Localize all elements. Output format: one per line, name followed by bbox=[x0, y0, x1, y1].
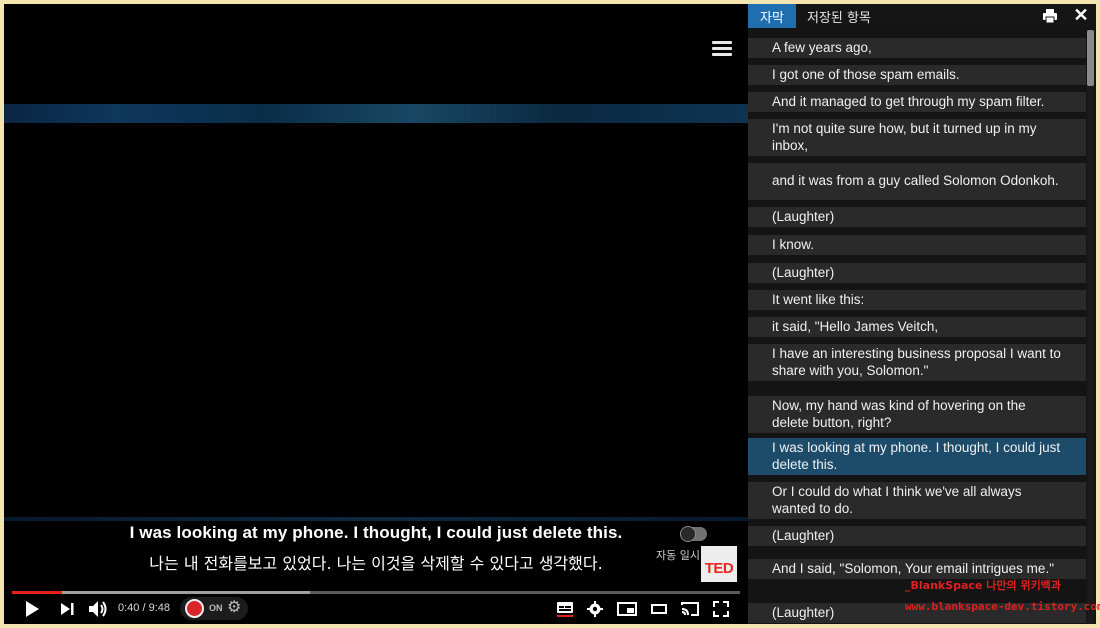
transcript-entry[interactable]: (Laughter) bbox=[748, 526, 1086, 546]
next-icon bbox=[61, 603, 74, 615]
video-frame-band-bottom bbox=[4, 517, 748, 521]
cast-icon bbox=[681, 602, 699, 616]
watermark-url: www.blankspace-dev.tistory.com bbox=[905, 600, 1100, 613]
extension-toggle[interactable]: ON ⚙ bbox=[180, 597, 248, 620]
video-frame-band bbox=[4, 104, 748, 123]
theater-button[interactable] bbox=[649, 600, 669, 618]
ted-logo-text: TED bbox=[704, 560, 734, 577]
play-icon bbox=[26, 601, 39, 617]
transcript-entry[interactable]: And it managed to get through my spam fi… bbox=[748, 92, 1086, 112]
transcript-entry[interactable]: (Laughter) bbox=[748, 263, 1086, 283]
tab-subtitles[interactable]: 자막 bbox=[748, 4, 796, 28]
next-button[interactable] bbox=[57, 600, 77, 618]
transcript-panel: 자막 저장된 항목 ✕ A few years ago, I got one of… bbox=[748, 4, 1096, 624]
transcript-entry[interactable]: I have an interesting business proposal … bbox=[748, 344, 1086, 381]
subtitle-english: I was looking at my phone. I thought, I … bbox=[129, 523, 623, 542]
print-icon[interactable] bbox=[1042, 8, 1058, 24]
progress-played bbox=[12, 591, 62, 594]
watermark-title: _BlankSpace 나만의 위키백과 bbox=[905, 579, 1061, 592]
fullscreen-button[interactable] bbox=[711, 600, 731, 618]
time-separator: / bbox=[139, 602, 149, 614]
panel-header: 자막 저장된 항목 ✕ bbox=[748, 4, 1096, 28]
transcript-entry[interactable]: Now, my hand was kind of hovering on the… bbox=[748, 396, 1086, 433]
scrollbar[interactable] bbox=[1087, 30, 1094, 624]
transcript-entry[interactable]: And I said, "Solomon, Your email intrigu… bbox=[748, 559, 1086, 579]
extension-settings-icon[interactable]: ⚙ bbox=[227, 600, 241, 616]
transcript-entry[interactable]: (Laughter) bbox=[748, 207, 1086, 227]
ted-logo: TED bbox=[701, 546, 737, 582]
settings-icon bbox=[587, 601, 603, 617]
volume-button[interactable] bbox=[87, 600, 109, 618]
transcript-entry[interactable]: A few years ago, bbox=[748, 38, 1086, 58]
autopause-toggle[interactable] bbox=[680, 526, 707, 542]
transcript-entry[interactable]: Or I could do what I think we've all alw… bbox=[748, 482, 1086, 519]
transcript-entry[interactable]: I'm not quite sure how, but it turned up… bbox=[748, 119, 1086, 156]
miniplayer-icon bbox=[617, 602, 637, 616]
transcript-entry[interactable]: I got one of those spam emails. bbox=[748, 65, 1086, 85]
fullscreen-icon bbox=[713, 601, 729, 617]
play-button[interactable] bbox=[22, 600, 42, 618]
miniplayer-button[interactable] bbox=[616, 600, 638, 618]
video-player[interactable]: I was looking at my phone. I thought, I … bbox=[4, 4, 748, 624]
screen: I was looking at my phone. I thought, I … bbox=[0, 0, 1100, 628]
subtitle-korean: 나는 내 전화를보고 있었다. 나는 이것을 삭제할 수 있다고 생각했다. bbox=[149, 554, 603, 573]
current-time: 0:40 bbox=[118, 602, 140, 614]
extension-on-label: ON bbox=[209, 603, 223, 613]
transcript-entry[interactable]: I know. bbox=[748, 235, 1086, 255]
transcript-entry[interactable]: it said, "Hello James Veitch, bbox=[748, 317, 1086, 337]
tab-saved-items[interactable]: 저장된 항목 bbox=[807, 4, 871, 28]
theater-icon bbox=[651, 604, 667, 614]
subtitles-button[interactable] bbox=[555, 600, 575, 618]
progress-bar[interactable] bbox=[12, 591, 740, 594]
close-icon[interactable]: ✕ bbox=[1072, 5, 1090, 25]
transcript-entry[interactable]: It went like this: bbox=[748, 290, 1086, 310]
settings-button[interactable] bbox=[585, 600, 605, 618]
transcript-entry[interactable]: and it was from a guy called Solomon Odo… bbox=[748, 163, 1086, 200]
scrollbar-thumb[interactable] bbox=[1087, 30, 1094, 86]
duration: 9:48 bbox=[148, 602, 171, 614]
time-display: 0:40 / 9:48 bbox=[118, 602, 170, 614]
subtitles-icon bbox=[557, 602, 573, 617]
transcript-entry[interactable]: I was looking at my phone. I thought, I … bbox=[748, 438, 1086, 475]
extension-logo-icon bbox=[185, 599, 204, 618]
menu-icon[interactable] bbox=[710, 39, 734, 59]
cast-button[interactable] bbox=[679, 600, 701, 618]
volume-icon bbox=[89, 601, 107, 617]
